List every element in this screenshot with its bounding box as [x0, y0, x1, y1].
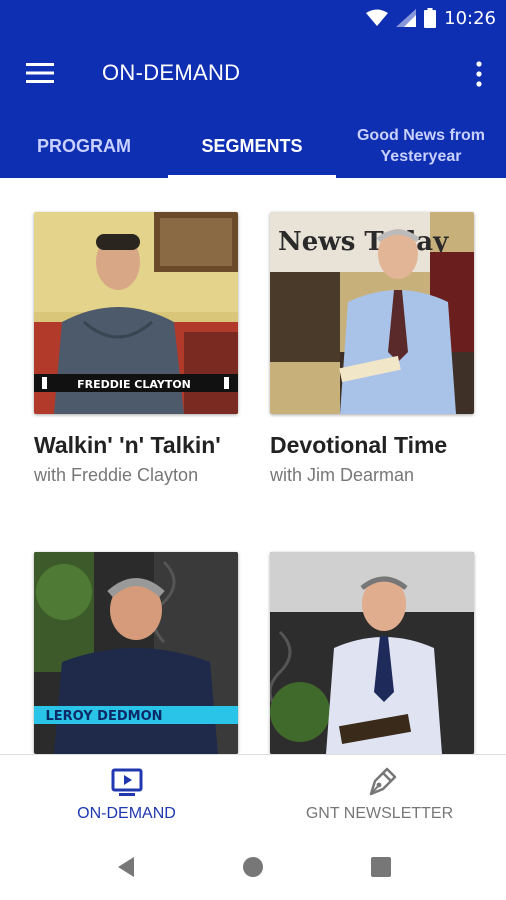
hamburger-menu-icon[interactable]: [26, 62, 54, 84]
back-icon[interactable]: [114, 854, 140, 880]
cellular-signal-icon: [396, 9, 417, 27]
tab-bar: PROGRAM SEGMENTS Good News from Yesterye…: [0, 114, 506, 178]
segment-card[interactable]: News Today Devotional Time with Jim Dear…: [270, 212, 474, 486]
nav-item-on-demand[interactable]: ON-DEMAND: [0, 755, 253, 835]
wifi-icon: [366, 9, 389, 26]
segment-subtitle: with Jim Dearman: [270, 465, 415, 485]
segment-thumbnail[interactable]: News Today: [270, 212, 474, 414]
app-bar: ON-DEMAND: [0, 36, 506, 114]
status-icons: 10:26: [366, 6, 496, 30]
segment-thumbnail[interactable]: LEROY DEDMON: [34, 552, 238, 754]
tab-segments[interactable]: SEGMENTS: [168, 114, 336, 178]
thumbnail-caption: LEROY DEDMON: [45, 709, 162, 724]
nav-label: GNT NEWSLETTER: [305, 805, 454, 822]
page-title: ON-DEMAND: [102, 60, 241, 85]
status-bar: 10:26: [0, 0, 506, 36]
more-vert-icon[interactable]: [474, 60, 484, 88]
segment-card[interactable]: FREDDIE CLAYTON Walkin' 'n' Talkin' with…: [34, 212, 238, 486]
nav-label: ON-DEMAND: [77, 805, 176, 822]
tv-icon: [111, 768, 142, 796]
segment-subtitle: with Freddie Clayton: [34, 465, 199, 485]
segment-thumbnail[interactable]: FREDDIE CLAYTON: [34, 212, 238, 414]
segment-title: Devotional Time: [270, 432, 448, 458]
nav-item-gnt-newsletter[interactable]: GNT NEWSLETTER: [253, 755, 506, 835]
tab-program[interactable]: PROGRAM: [0, 114, 168, 178]
segments-grid: FREDDIE CLAYTON Walkin' 'n' Talkin' with…: [0, 178, 506, 754]
recents-icon[interactable]: [368, 854, 394, 880]
battery-icon: [424, 8, 437, 28]
bottom-navigation: ON-DEMAND GNT NEWSLETTER: [0, 754, 506, 834]
segment-title: Walkin' 'n' Talkin': [34, 432, 221, 458]
system-navigation: [0, 834, 506, 900]
home-icon[interactable]: [240, 854, 266, 880]
thumbnail-caption: News Today: [278, 227, 449, 257]
segment-card[interactable]: [270, 552, 474, 754]
thumbnail-caption: FREDDIE CLAYTON: [77, 378, 191, 391]
segment-card[interactable]: LEROY DEDMON: [34, 552, 238, 754]
pen-nib-icon: [369, 767, 396, 796]
tab-good-news-from-yesteryear[interactable]: Good News from Yesteryear: [336, 114, 506, 178]
status-time: 10:26: [444, 7, 496, 29]
segment-thumbnail[interactable]: [270, 552, 474, 754]
